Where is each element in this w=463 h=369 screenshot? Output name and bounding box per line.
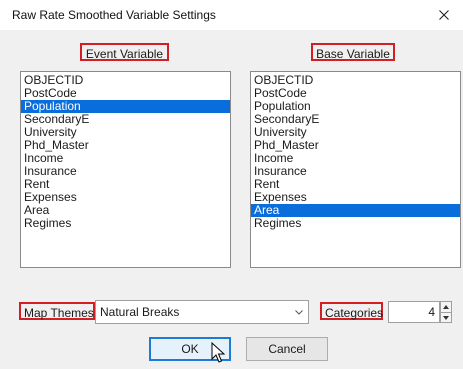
title-bar: Raw Rate Smoothed Variable Settings xyxy=(0,0,463,30)
ok-button[interactable]: OK xyxy=(149,337,231,361)
map-themes-select[interactable]: Natural Breaks xyxy=(95,300,309,324)
categories-label: Categories xyxy=(320,302,383,320)
window-title: Raw Rate Smoothed Variable Settings xyxy=(12,8,216,22)
map-themes-label: Map Themes xyxy=(19,302,95,320)
list-item[interactable]: Insurance xyxy=(251,165,460,178)
list-item[interactable]: Expenses xyxy=(251,191,460,204)
event-variable-label: Event Variable xyxy=(80,43,169,61)
chevron-down-icon[interactable] xyxy=(290,301,308,323)
event-variable-list[interactable]: OBJECTID PostCode Population SecondaryE Univ… xyxy=(20,71,231,268)
close-button[interactable] xyxy=(431,2,457,28)
cancel-button[interactable]: Cancel xyxy=(246,337,328,361)
caret-down-icon xyxy=(443,316,449,320)
list-item[interactable]: Regimes xyxy=(21,217,230,230)
settings-dialog: Raw Rate Smoothed Variable Settings Even… xyxy=(0,0,463,369)
map-themes-value: Natural Breaks xyxy=(100,305,180,319)
spin-down-button[interactable] xyxy=(441,312,451,323)
base-variable-list[interactable]: OBJECTID PostCode Population SecondaryE Univ… xyxy=(250,71,461,268)
base-variable-label: Base Variable xyxy=(311,43,395,61)
categories-input[interactable]: 4 xyxy=(388,301,440,323)
close-icon xyxy=(439,10,449,20)
list-item[interactable]: Regimes xyxy=(251,217,460,230)
categories-stepper[interactable] xyxy=(440,301,452,323)
list-item[interactable]: Insurance xyxy=(21,165,230,178)
caret-up-icon xyxy=(443,305,449,309)
spin-up-button[interactable] xyxy=(441,302,451,312)
list-item[interactable]: Expenses xyxy=(21,191,230,204)
